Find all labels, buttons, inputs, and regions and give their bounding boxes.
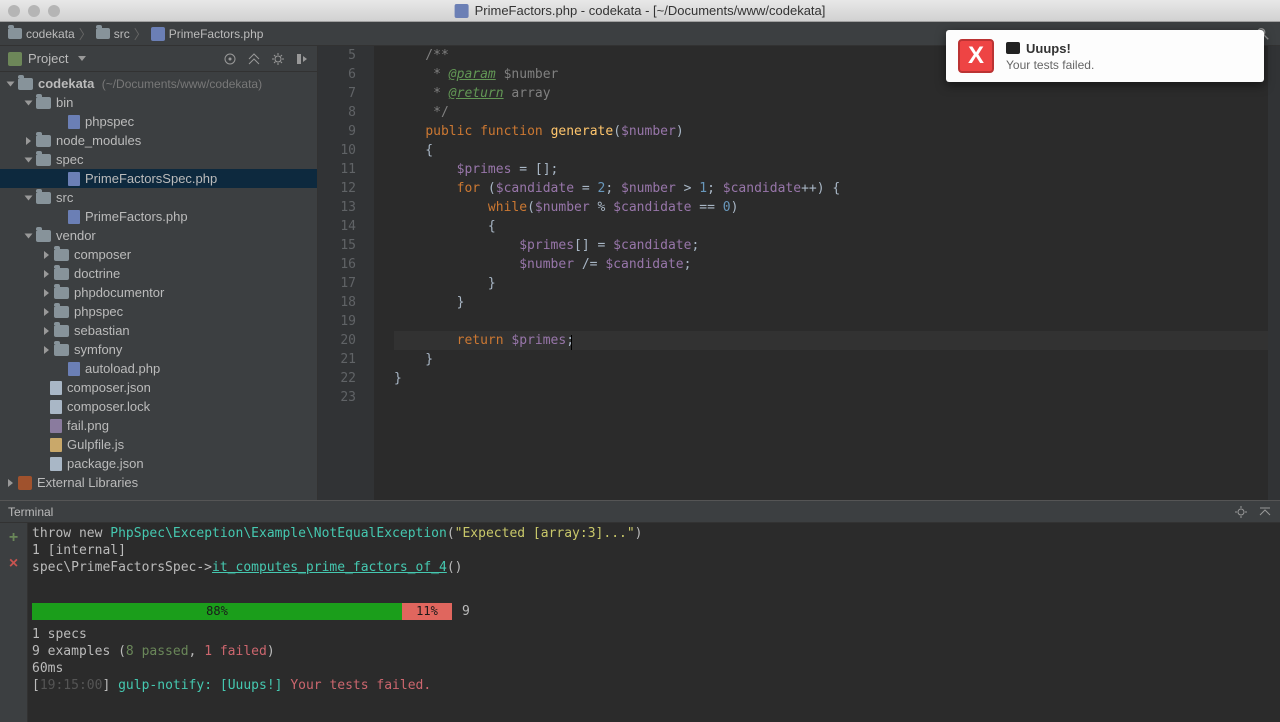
file-icon (50, 400, 62, 414)
tree-folder-vendor[interactable]: vendor (0, 226, 317, 245)
folder-icon (54, 249, 69, 261)
js-file-icon (50, 438, 62, 452)
breadcrumb-project[interactable]: codekata (8, 27, 75, 41)
close-terminal-button[interactable]: × (9, 555, 18, 573)
folder-icon (18, 78, 33, 90)
summary-notify: [19:15:00] gulp-notify: [Uuups!] Your te… (32, 677, 1276, 694)
tree-file-package-json[interactable]: package.json (0, 454, 317, 473)
folder-icon (54, 287, 69, 299)
tree-file-autoload[interactable]: autoload.php (0, 359, 317, 378)
window-controls (0, 5, 60, 17)
json-file-icon (50, 457, 62, 471)
line-gutter: 5678910 111213141516 17181920212223 (318, 46, 374, 500)
chevron-right-icon: 〉 (134, 24, 147, 43)
tree-folder-phpdocumentor[interactable]: phpdocumentor (0, 283, 317, 302)
folder-icon (54, 306, 69, 318)
php-file-icon (68, 210, 80, 224)
window-title: PrimeFactors.php - codekata - [~/Documen… (455, 3, 826, 18)
summary-time: 60ms (32, 660, 1276, 677)
tree-file-fail-png[interactable]: fail.png (0, 416, 317, 435)
progress-total: 9 (462, 603, 470, 620)
json-file-icon (50, 381, 62, 395)
project-sidebar: Project codekata (~/Documents/www/codeka… (0, 46, 318, 500)
titlebar: PrimeFactors.php - codekata - [~/Documen… (0, 0, 1280, 22)
tree-folder-phpspec[interactable]: phpspec (0, 302, 317, 321)
project-sidebar-header: Project (0, 46, 317, 72)
folder-icon (54, 325, 69, 337)
chevron-down-icon (78, 56, 86, 61)
tree-folder-src[interactable]: src (0, 188, 317, 207)
zoom-window-button[interactable] (48, 5, 60, 17)
notification-message: Your tests failed. (1006, 58, 1252, 72)
progress-pass: 88% (32, 603, 402, 620)
image-file-icon (50, 419, 62, 433)
project-tree[interactable]: codekata (~/Documents/www/codekata) bin … (0, 72, 317, 500)
hide-icon[interactable] (295, 52, 309, 66)
tree-folder-bin[interactable]: bin (0, 93, 317, 112)
progress-fail: 11% (402, 603, 452, 620)
tree-folder-node-modules[interactable]: node_modules (0, 131, 317, 150)
tree-folder-symfony[interactable]: symfony (0, 340, 317, 359)
breadcrumb-file[interactable]: PrimeFactors.php (151, 27, 264, 41)
terminal-icon (1006, 42, 1020, 54)
terminal-panel: Terminal + × throw new PhpSpec\Exception… (0, 500, 1280, 722)
folder-icon (96, 28, 110, 39)
error-icon: X (958, 39, 994, 73)
folder-icon (36, 230, 51, 242)
php-file-icon (68, 172, 80, 186)
notification-toast[interactable]: X Uuups! Your tests failed. (946, 30, 1264, 82)
text-cursor (571, 335, 572, 350)
project-icon (8, 52, 22, 66)
tree-file-composer-json[interactable]: composer.json (0, 378, 317, 397)
folder-icon (36, 192, 51, 204)
folder-icon (54, 268, 69, 280)
tree-folder-sebastian[interactable]: sebastian (0, 321, 317, 340)
summary-specs: 1 specs (32, 626, 1276, 643)
minimize-window-button[interactable] (28, 5, 40, 17)
tree-folder-spec[interactable]: spec (0, 150, 317, 169)
tree-file-primefactors[interactable]: PrimeFactors.php (0, 207, 317, 226)
folder-icon (36, 154, 51, 166)
gear-icon[interactable] (271, 52, 285, 66)
terminal-output[interactable]: throw new PhpSpec\Exception\Example\NotE… (28, 523, 1280, 722)
editor-scrollbar[interactable] (1268, 46, 1280, 500)
php-file-icon (151, 27, 165, 41)
close-window-button[interactable] (8, 5, 20, 17)
terminal-title: Terminal (8, 505, 53, 519)
folder-icon (8, 28, 22, 39)
tree-root[interactable]: codekata (~/Documents/www/codekata) (0, 74, 317, 93)
folder-icon (36, 135, 51, 147)
tree-file-composer-lock[interactable]: composer.lock (0, 397, 317, 416)
tree-external-libraries[interactable]: External Libraries (0, 473, 317, 492)
php-file-icon (68, 115, 80, 129)
chevron-right-icon: 〉 (79, 24, 92, 43)
notification-title: Uuups! (1006, 41, 1252, 56)
breadcrumb-dir[interactable]: src (96, 27, 130, 41)
tree-folder-doctrine[interactable]: doctrine (0, 264, 317, 283)
library-icon (18, 476, 32, 490)
code-content[interactable]: /** * @param $number * @return array */ … (374, 46, 1280, 500)
collapse-icon[interactable] (247, 52, 261, 66)
tree-folder-composer[interactable]: composer (0, 245, 317, 264)
hide-icon[interactable] (1258, 505, 1272, 519)
test-progress-bar: 88% 11% 9 (32, 603, 1276, 620)
php-file-icon (68, 362, 80, 376)
tree-file-gulpfile[interactable]: Gulpfile.js (0, 435, 317, 454)
tree-file-primefactorsspec[interactable]: PrimeFactorsSpec.php (0, 169, 317, 188)
autoscroll-icon[interactable] (223, 52, 237, 66)
project-dropdown[interactable]: Project (28, 51, 68, 66)
folder-icon (54, 344, 69, 356)
gear-icon[interactable] (1234, 505, 1248, 519)
add-terminal-button[interactable]: + (9, 529, 18, 547)
tree-file-phpspec[interactable]: phpspec (0, 112, 317, 131)
php-file-icon (455, 4, 469, 18)
code-editor[interactable]: 5678910 111213141516 17181920212223 /** … (318, 46, 1280, 500)
summary-examples: 9 examples (8 passed, 1 failed) (32, 643, 1276, 660)
folder-icon (36, 97, 51, 109)
